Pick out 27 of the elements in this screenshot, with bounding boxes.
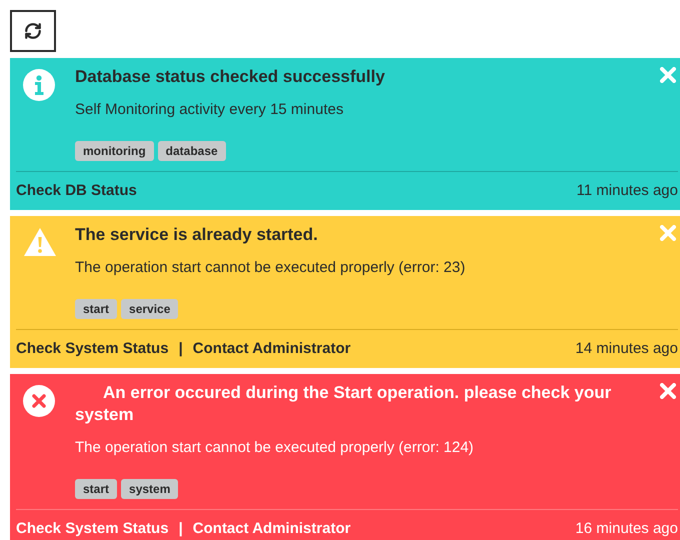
link-separator: | <box>178 520 183 538</box>
error-icon <box>23 385 55 417</box>
tag: start <box>75 479 118 499</box>
warning-icon <box>23 227 57 257</box>
close-icon[interactable] <box>660 67 676 83</box>
tag: service <box>121 299 178 319</box>
info-icon <box>23 69 55 101</box>
close-icon[interactable] <box>660 383 676 399</box>
alert-message: Self Monitoring activity every 15 minutes <box>75 101 344 119</box>
tag: monitoring <box>75 141 154 161</box>
alert-message: The operation start cannot be executed properly (error: 124) <box>75 439 475 457</box>
tag: database <box>158 141 226 161</box>
alert-time: 16 minutes ago <box>575 520 678 538</box>
refresh-icon <box>24 22 42 40</box>
alert-title: The service is already started. <box>75 224 319 246</box>
tag: system <box>121 479 178 499</box>
alert-link[interactable]: Contact Administrator <box>192 340 351 358</box>
alert-link[interactable]: Check System Status <box>16 340 169 358</box>
tag: start <box>75 299 118 319</box>
refresh-button[interactable] <box>10 10 56 52</box>
link-separator: | <box>178 340 183 358</box>
alert-time: 11 minutes ago <box>576 182 678 200</box>
alert-title: Database status checked successfully <box>75 66 386 88</box>
alert-time: 14 minutes ago <box>575 340 678 358</box>
alert-title: An error occured during the Start operation. please check your system <box>75 382 612 426</box>
alert-message: The operation start cannot be executed properly (error: 23) <box>75 259 466 277</box>
alert-link[interactable]: Check DB Status <box>16 182 137 200</box>
